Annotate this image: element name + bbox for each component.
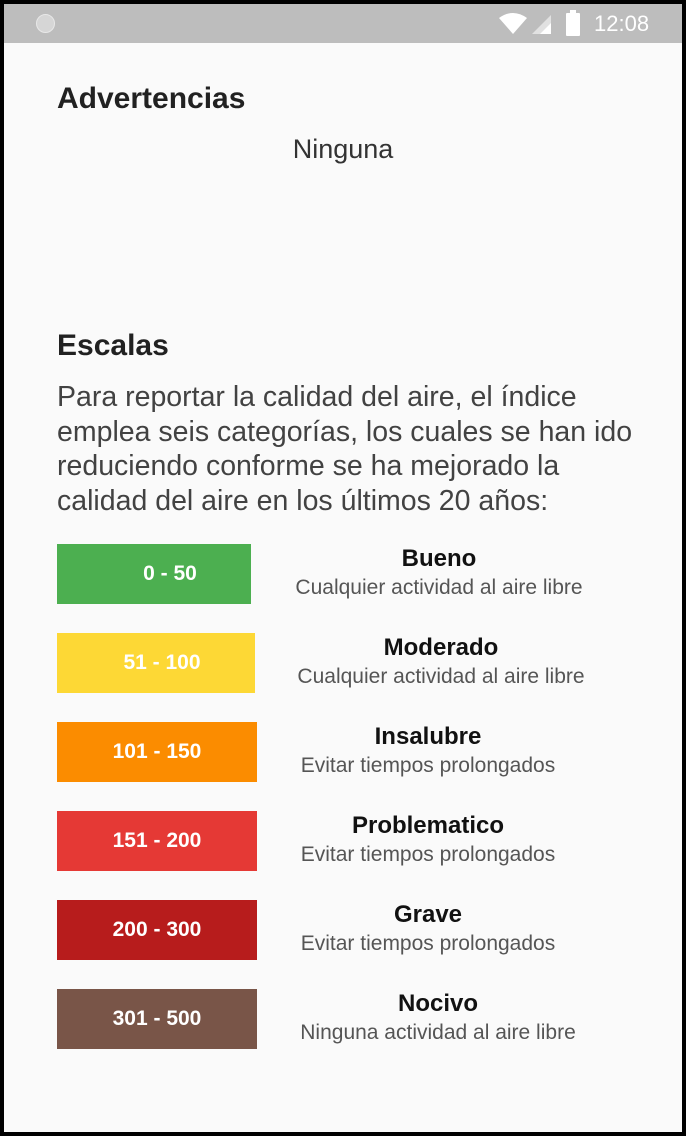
- scales-description: Para reportar la calidad del aire, el ín…: [57, 381, 633, 517]
- status-bar: 12:08: [4, 4, 682, 43]
- signal-icon: [532, 15, 551, 34]
- scale-range-box: 301 - 500: [57, 989, 257, 1049]
- scale-name: Insalubre: [374, 723, 482, 750]
- scale-range-label: 0 - 50: [143, 562, 197, 585]
- scale-range-box: 101 - 150: [57, 722, 257, 782]
- scale-info: Moderado Cualquier actividad al aire lib…: [286, 633, 596, 691]
- scale-range-box: 200 - 300: [57, 900, 257, 960]
- scale-range-label: 301 - 500: [112, 1007, 202, 1030]
- scale-row-problematico: 151 - 200 Problematico Evitar tiempos pr…: [4, 811, 682, 873]
- scale-info: Grave Evitar tiempos prolongados: [288, 900, 568, 958]
- battery-icon: [566, 10, 580, 36]
- scale-range-label: 51 - 100: [123, 651, 201, 674]
- warnings-value: Ninguna: [292, 134, 394, 164]
- scale-range-label: 101 - 150: [112, 740, 202, 763]
- scale-info: Nocivo Ninguna actividad al aire libre: [288, 989, 588, 1047]
- scale-name: Bueno: [401, 545, 477, 572]
- scale-row-insalubre: 101 - 150 Insalubre Evitar tiempos prolo…: [4, 722, 682, 784]
- scale-range-box: 0 - 50: [57, 544, 251, 604]
- scale-name: Problematico: [351, 812, 505, 839]
- scale-info: Bueno Cualquier actividad al aire libre: [284, 544, 594, 602]
- scale-range-label: 151 - 200: [112, 829, 202, 852]
- scale-info: Insalubre Evitar tiempos prolongados: [288, 722, 568, 780]
- scales-title: Escalas: [57, 329, 169, 362]
- scale-advice: Cualquier actividad al aire libre: [295, 576, 583, 599]
- scale-row-grave: 200 - 300 Grave Evitar tiempos prolongad…: [4, 900, 682, 962]
- scale-info: Problematico Evitar tiempos prolongados: [288, 811, 568, 869]
- notification-icon: [36, 14, 55, 33]
- scale-row-moderado: 51 - 100 Moderado Cualquier actividad al…: [4, 633, 682, 695]
- app-screen: 12:08 Advertencias Ninguna Escalas Para …: [4, 4, 682, 1132]
- scale-advice: Ninguna actividad al aire libre: [300, 1021, 576, 1044]
- scale-name: Nocivo: [397, 990, 478, 1017]
- scale-name: Moderado: [383, 634, 499, 661]
- scale-advice: Cualquier actividad al aire libre: [297, 665, 585, 688]
- scale-name: Grave: [393, 901, 463, 928]
- status-time: 12:08: [594, 11, 650, 36]
- scale-range-box: 151 - 200: [57, 811, 257, 871]
- scale-advice: Evitar tiempos prolongados: [300, 932, 556, 955]
- scale-advice: Evitar tiempos prolongados: [300, 843, 556, 866]
- scale-row-bueno: 0 - 50 Bueno Cualquier actividad al aire…: [4, 544, 682, 606]
- wifi-icon: [499, 13, 527, 34]
- warnings-title: Advertencias: [57, 82, 246, 115]
- scale-range-label: 200 - 300: [112, 918, 202, 941]
- scale-row-nocivo: 301 - 500 Nocivo Ninguna actividad al ai…: [4, 989, 682, 1051]
- scale-range-box: 51 - 100: [57, 633, 255, 693]
- scale-advice: Evitar tiempos prolongados: [300, 754, 556, 777]
